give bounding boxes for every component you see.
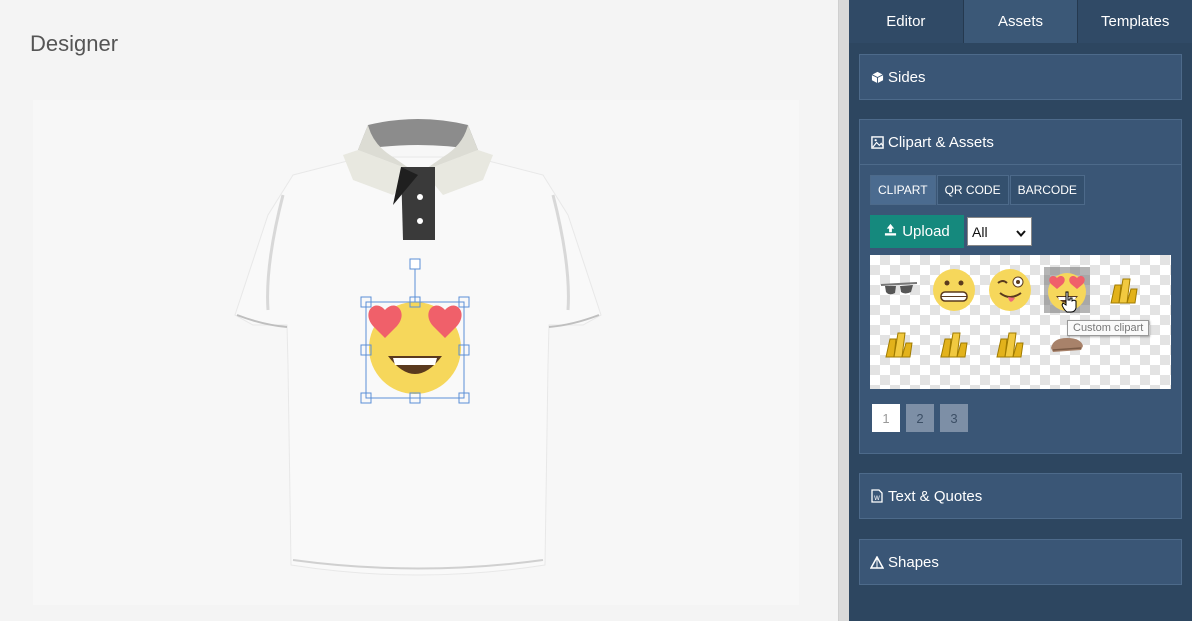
subtab-barcode[interactable]: BARCODE (1009, 175, 1085, 205)
clipart-assets-header[interactable]: Clipart & Assets (860, 120, 1181, 164)
clipart-assets-section: Clipart & Assets CLIPART QR CODE BARCODE… (859, 119, 1182, 454)
page-button-2[interactable]: 2 (906, 404, 934, 432)
cube-icon (870, 70, 884, 84)
selected-clipart-on-shirt[interactable] (353, 250, 478, 410)
chevron-down-icon (1016, 224, 1026, 240)
shapes-label: Shapes (888, 553, 939, 571)
tab-assets[interactable]: Assets (963, 0, 1079, 43)
clipart-item-golden-bars[interactable] (987, 321, 1033, 367)
sides-label: Sides (888, 68, 926, 86)
clipart-subtabs: CLIPART QR CODE BARCODE (870, 175, 1171, 205)
hand-cursor-icon (1061, 291, 1077, 313)
clipart-tooltip: Custom clipart (1067, 320, 1150, 336)
clipart-category-value: All (972, 223, 988, 240)
clipart-assets-label: Clipart & Assets (888, 133, 994, 151)
clipart-pagination: 1 2 3 (872, 404, 968, 432)
tab-editor[interactable]: Editor (849, 0, 964, 43)
clipart-item-grimacing-face[interactable] (931, 267, 977, 313)
shapes-section: Shapes (859, 539, 1182, 585)
clipart-item-golden-bars[interactable] (876, 321, 922, 367)
text-quotes-header[interactable]: W Text & Quotes (860, 474, 1181, 518)
shapes-header[interactable]: Shapes (860, 540, 1181, 584)
svg-text:W: W (874, 495, 880, 502)
upload-button[interactable]: Upload (870, 215, 964, 248)
text-quotes-section: W Text & Quotes (859, 473, 1182, 519)
image-icon (870, 135, 884, 149)
design-canvas[interactable] (33, 100, 799, 605)
panel-splitter[interactable] (838, 0, 849, 621)
sides-section: Sides (859, 54, 1182, 100)
text-quotes-label: Text & Quotes (888, 487, 983, 505)
word-doc-icon: W (870, 489, 884, 503)
clipart-item-winking-tongue-face[interactable] (987, 267, 1033, 313)
clipart-category-select[interactable]: All (967, 217, 1032, 246)
upload-row: Upload All (870, 215, 1032, 248)
clipart-item-golden-bars[interactable] (1101, 267, 1147, 313)
sides-header[interactable]: Sides (860, 55, 1181, 99)
tab-templates[interactable]: Templates (1078, 0, 1192, 43)
upload-icon (884, 223, 897, 240)
subtab-qr-code[interactable]: QR CODE (936, 175, 1009, 205)
rotate-handle (409, 258, 421, 270)
triangle-icon (870, 555, 884, 569)
panel-tabs: Editor Assets Templates (849, 0, 1192, 43)
page-button-3[interactable]: 3 (940, 404, 968, 432)
designer-stage: Designer (0, 0, 838, 621)
clipart-item-golden-bars[interactable] (931, 321, 977, 367)
page-button-1[interactable]: 1 (872, 404, 900, 432)
clipart-grid: Custom clipart (870, 255, 1171, 389)
subtab-clipart[interactable]: CLIPART (870, 175, 936, 205)
clipart-item-sunglasses[interactable] (876, 267, 922, 313)
page-title: Designer (30, 31, 119, 56)
clipart-assets-body: CLIPART QR CODE BARCODE Upload All Custo… (860, 164, 1181, 453)
right-panel: Editor Assets Templates Sides Clipart & … (849, 0, 1192, 621)
upload-label: Upload (902, 223, 950, 240)
